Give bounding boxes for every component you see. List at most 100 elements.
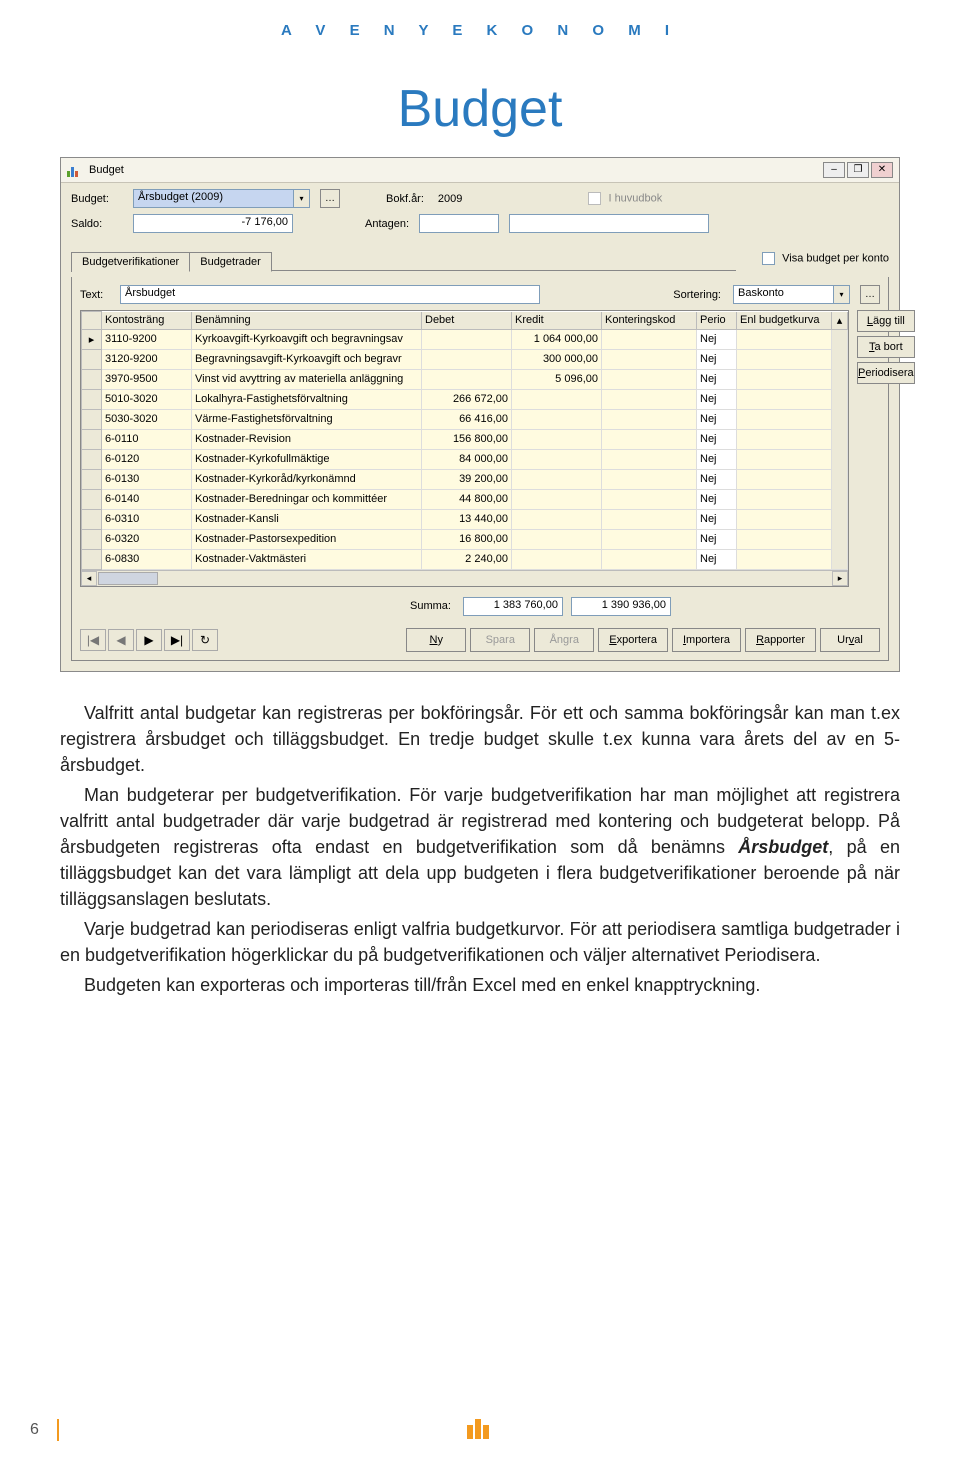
- scroll-up-icon[interactable]: ▴: [832, 312, 848, 330]
- cell-benamning[interactable]: Kostnader-Kansli: [192, 509, 422, 529]
- cell-debet[interactable]: 16 800,00: [422, 529, 512, 549]
- cell-konteringskod[interactable]: [602, 429, 697, 449]
- angra-button[interactable]: Ångra: [534, 628, 594, 652]
- row-selector[interactable]: [82, 469, 102, 489]
- sortering-ellipsis-button[interactable]: …: [860, 285, 880, 304]
- row-selector[interactable]: [82, 409, 102, 429]
- col-kredit[interactable]: Kredit: [512, 312, 602, 330]
- cell-konteringskod[interactable]: [602, 549, 697, 569]
- ny-button[interactable]: Ny: [406, 628, 466, 652]
- cell-benamning[interactable]: Lokalhyra-Fastighetsförvaltning: [192, 389, 422, 409]
- row-selector[interactable]: [82, 369, 102, 389]
- cell-kredit[interactable]: [512, 449, 602, 469]
- scroll-left-icon[interactable]: ◂: [81, 571, 97, 586]
- cell-kredit[interactable]: [512, 489, 602, 509]
- table-row[interactable]: ▸3110-9200Kyrkoavgift-Kyrkoavgift och be…: [82, 329, 848, 349]
- cell-benamning[interactable]: Kyrkoavgift-Kyrkoavgift och begravningsa…: [192, 329, 422, 349]
- scroll-right-icon[interactable]: ▸: [832, 571, 848, 586]
- col-konteringskod[interactable]: Konteringskod: [602, 312, 697, 330]
- cell-konteringskod[interactable]: [602, 389, 697, 409]
- cell-debet[interactable]: 39 200,00: [422, 469, 512, 489]
- cell-perio[interactable]: Nej: [697, 349, 737, 369]
- col-perio[interactable]: Perio: [697, 312, 737, 330]
- row-selector[interactable]: [82, 349, 102, 369]
- table-row[interactable]: 6-0830Kostnader-Vaktmästeri2 240,00 Nej: [82, 549, 848, 569]
- cell-kontostrang[interactable]: 3110-9200: [102, 329, 192, 349]
- nav-first-button[interactable]: |◀: [80, 629, 106, 651]
- horizontal-scrollbar[interactable]: ◂ ▸: [81, 570, 848, 586]
- cell-enl[interactable]: [737, 409, 832, 429]
- cell-kontostrang[interactable]: 6-0320: [102, 529, 192, 549]
- urval-button[interactable]: Urval: [820, 628, 880, 652]
- cell-enl[interactable]: [737, 449, 832, 469]
- importera-button[interactable]: Importera: [672, 628, 741, 652]
- chevron-down-icon[interactable]: ▾: [293, 189, 310, 208]
- cell-benamning[interactable]: Kostnader-Kyrkoråd/kyrkonämnd: [192, 469, 422, 489]
- cell-konteringskod[interactable]: [602, 449, 697, 469]
- col-benamning[interactable]: Benämning: [192, 312, 422, 330]
- row-selector[interactable]: [82, 509, 102, 529]
- cell-kontostrang[interactable]: 6-0130: [102, 469, 192, 489]
- sortering-combo[interactable]: Baskonto ▾: [733, 285, 850, 304]
- cell-benamning[interactable]: Kostnader-Vaktmästeri: [192, 549, 422, 569]
- cell-debet[interactable]: 2 240,00: [422, 549, 512, 569]
- antagen-text[interactable]: [509, 214, 709, 233]
- cell-perio[interactable]: Nej: [697, 329, 737, 349]
- cell-kredit[interactable]: [512, 429, 602, 449]
- cell-debet[interactable]: 84 000,00: [422, 449, 512, 469]
- cell-konteringskod[interactable]: [602, 349, 697, 369]
- cell-kontostrang[interactable]: 5030-3020: [102, 409, 192, 429]
- visa-budget-checkbox[interactable]: [762, 252, 775, 265]
- text-input[interactable]: Årsbudget: [120, 285, 540, 304]
- budget-ellipsis-button[interactable]: …: [320, 189, 340, 208]
- cell-enl[interactable]: [737, 529, 832, 549]
- budget-value[interactable]: Årsbudget (2009): [133, 189, 293, 208]
- i-huvudbok-checkbox[interactable]: [588, 192, 601, 205]
- table-row[interactable]: 6-0120Kostnader-Kyrkofullmäktige84 000,0…: [82, 449, 848, 469]
- row-selector[interactable]: [82, 489, 102, 509]
- cell-benamning[interactable]: Begravningsavgift-Kyrkoavgift och begrav…: [192, 349, 422, 369]
- cell-konteringskod[interactable]: [602, 529, 697, 549]
- rapporter-button[interactable]: Rapporter: [745, 628, 816, 652]
- cell-debet[interactable]: 66 416,00: [422, 409, 512, 429]
- cell-kontostrang[interactable]: 6-0310: [102, 509, 192, 529]
- sortering-value[interactable]: Baskonto: [733, 285, 833, 304]
- minimize-button[interactable]: –: [823, 162, 845, 178]
- chevron-down-icon[interactable]: ▾: [833, 285, 850, 304]
- cell-enl[interactable]: [737, 549, 832, 569]
- col-enl[interactable]: Enl budgetkurva: [737, 312, 832, 330]
- cell-konteringskod[interactable]: [602, 409, 697, 429]
- budget-combo[interactable]: Årsbudget (2009) ▾: [133, 189, 310, 208]
- close-button[interactable]: ✕: [871, 162, 893, 178]
- cell-perio[interactable]: Nej: [697, 489, 737, 509]
- cell-perio[interactable]: Nej: [697, 429, 737, 449]
- cell-kontostrang[interactable]: 6-0830: [102, 549, 192, 569]
- row-selector[interactable]: [82, 389, 102, 409]
- table-row[interactable]: 5010-3020Lokalhyra-Fastighetsförvaltning…: [82, 389, 848, 409]
- cell-kredit[interactable]: [512, 389, 602, 409]
- cell-perio[interactable]: Nej: [697, 549, 737, 569]
- table-row[interactable]: 6-0130Kostnader-Kyrkoråd/kyrkonämnd39 20…: [82, 469, 848, 489]
- cell-kredit[interactable]: [512, 409, 602, 429]
- cell-konteringskod[interactable]: [602, 469, 697, 489]
- cell-kredit[interactable]: [512, 509, 602, 529]
- cell-enl[interactable]: [737, 369, 832, 389]
- cell-enl[interactable]: [737, 489, 832, 509]
- cell-kontostrang[interactable]: 6-0140: [102, 489, 192, 509]
- cell-benamning[interactable]: Kostnader-Pastorsexpedition: [192, 529, 422, 549]
- cell-debet[interactable]: 156 800,00: [422, 429, 512, 449]
- table-row[interactable]: 3120-9200Begravningsavgift-Kyrkoavgift o…: [82, 349, 848, 369]
- col-kontostrang[interactable]: Kontosträng: [102, 312, 192, 330]
- nav-next-button[interactable]: ▶: [136, 629, 162, 651]
- cell-debet[interactable]: [422, 369, 512, 389]
- cell-kontostrang[interactable]: 5010-3020: [102, 389, 192, 409]
- cell-kredit[interactable]: [512, 469, 602, 489]
- cell-perio[interactable]: Nej: [697, 469, 737, 489]
- ta-bort-button[interactable]: Ta bort: [857, 336, 915, 358]
- table-row[interactable]: 6-0310Kostnader-Kansli13 440,00Nej: [82, 509, 848, 529]
- cell-enl[interactable]: [737, 329, 832, 349]
- table-row[interactable]: 6-0140Kostnader-Beredningar och kommitté…: [82, 489, 848, 509]
- cell-kontostrang[interactable]: 3120-9200: [102, 349, 192, 369]
- cell-perio[interactable]: Nej: [697, 389, 737, 409]
- maximize-button[interactable]: ❐: [847, 162, 869, 178]
